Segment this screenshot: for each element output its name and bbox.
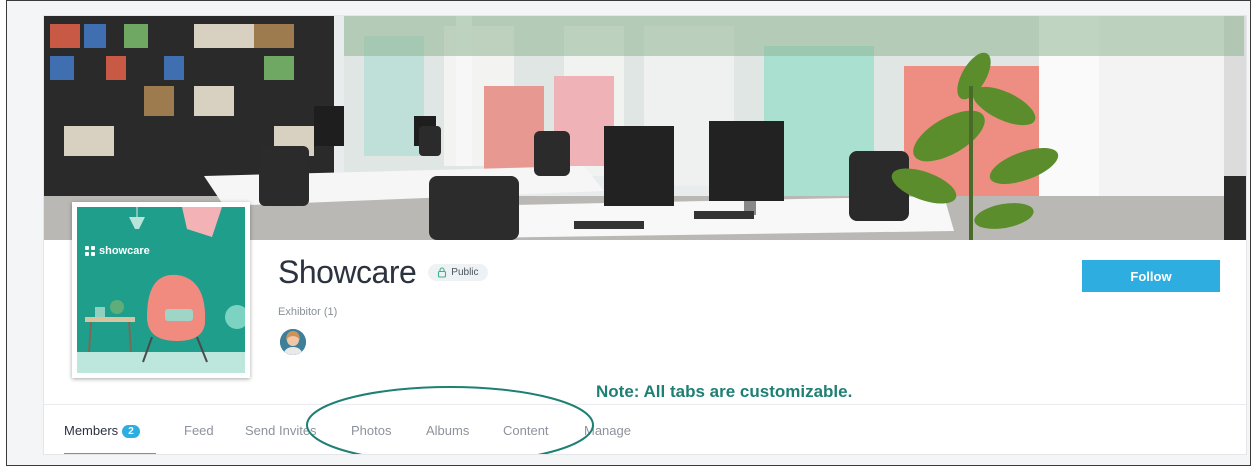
lock-icon — [438, 267, 447, 278]
tab-members[interactable]: Members 2 — [64, 423, 140, 438]
tab-feed[interactable]: Feed — [184, 423, 214, 438]
group-logo-image: showcare — [77, 207, 245, 373]
screenshot-frame: showcare Showcare Public Exhibitor (1) F… — [6, 0, 1251, 466]
group-title: Showcare — [278, 254, 417, 290]
tab-send-invites[interactable]: Send Invites — [245, 423, 317, 438]
member-avatar[interactable] — [280, 329, 306, 355]
tab-albums[interactable]: Albums — [426, 423, 469, 438]
member-type-label: Exhibitor (1) — [278, 306, 338, 318]
tab-photos[interactable]: Photos — [351, 423, 391, 438]
group-avatar[interactable]: showcare — [72, 202, 250, 378]
visibility-label: Public — [451, 267, 479, 278]
customization-note: Note: All tabs are customizable. — [596, 382, 853, 401]
logo-wordmark: showcare — [99, 245, 150, 257]
tab-content[interactable]: Content — [503, 423, 549, 438]
visibility-badge: Public — [428, 264, 488, 281]
group-header-card: showcare Showcare Public Exhibitor (1) F… — [43, 15, 1247, 455]
tab-manage[interactable]: Manage — [584, 423, 631, 438]
group-title-row: Showcare Public — [278, 254, 488, 291]
follow-button[interactable]: Follow — [1082, 260, 1220, 292]
showcare-logo: showcare — [85, 245, 150, 257]
tab-members-label: Members — [64, 423, 119, 438]
group-tabs: Members 2 Feed Send Invites Photos Albums… — [44, 404, 1246, 454]
members-count-badge: 2 — [122, 425, 140, 438]
active-tab-indicator — [64, 453, 156, 454]
showcare-logo-icon — [85, 246, 95, 256]
user-photo-icon — [280, 329, 306, 355]
